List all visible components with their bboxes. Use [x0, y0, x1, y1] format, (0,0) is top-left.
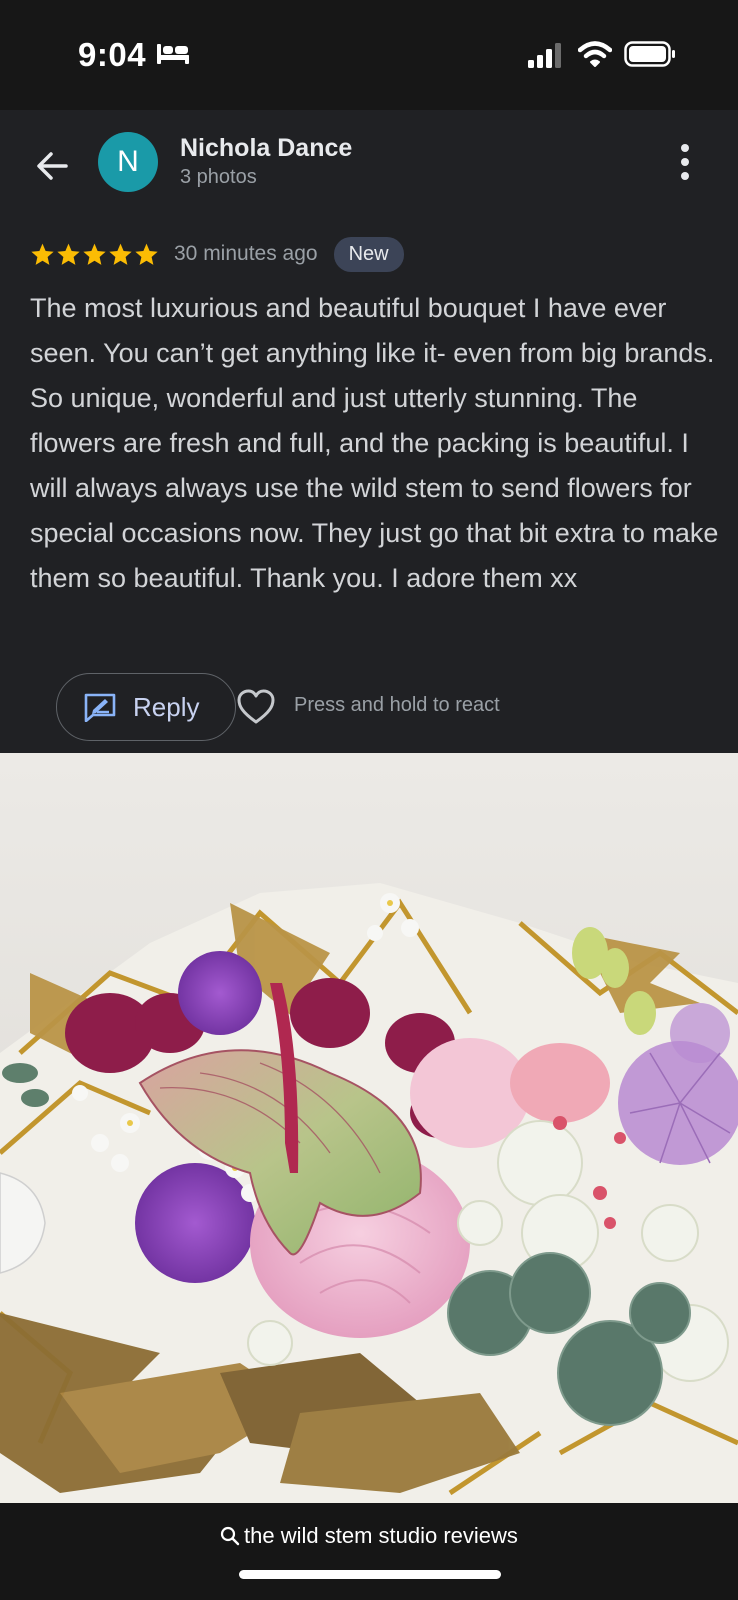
signal-icon	[528, 43, 561, 68]
avatar[interactable]: N	[98, 132, 158, 192]
home-indicator[interactable]	[239, 1570, 501, 1579]
star-icon	[31, 243, 54, 265]
bed-icon	[157, 44, 189, 64]
star-icon	[57, 243, 80, 265]
heart-icon[interactable]	[236, 688, 276, 726]
reply-button[interactable]: Reply	[56, 673, 236, 741]
star-rating	[30, 242, 160, 267]
bottom-bar: the wild stem studio reviews	[0, 1503, 738, 1600]
review-text: The most luxurious and beautiful bouquet…	[30, 293, 719, 593]
review-timestamp: 30 minutes ago	[174, 242, 318, 265]
search-query-chip[interactable]: the wild stem studio reviews	[0, 1523, 738, 1549]
review-card: N Nichola Dance 3 photos 30 minutes ago …	[0, 110, 738, 753]
reply-label: Reply	[133, 691, 200, 722]
reviewer-name[interactable]: Nichola Dance	[180, 134, 352, 163]
react-hint: Press and hold to react	[294, 694, 500, 716]
battery-icon	[624, 41, 675, 67]
more-options-icon[interactable]	[670, 140, 700, 186]
star-icon	[109, 243, 132, 265]
reply-icon	[84, 693, 116, 722]
back-arrow-icon[interactable]	[32, 146, 72, 186]
rating-row: 30 minutes ago New	[30, 236, 404, 272]
star-icon	[135, 243, 158, 265]
new-badge: New	[333, 236, 404, 272]
star-icon	[83, 243, 106, 265]
search-icon	[220, 1526, 240, 1546]
status-time: 9:04	[78, 36, 147, 73]
search-query-text: the wild stem studio reviews	[244, 1523, 518, 1548]
photo-count: 3 photos	[180, 166, 257, 188]
flower-bouquet-photo[interactable]	[0, 753, 738, 1503]
status-bar: 9:04	[0, 0, 738, 110]
wifi-icon	[578, 41, 612, 67]
